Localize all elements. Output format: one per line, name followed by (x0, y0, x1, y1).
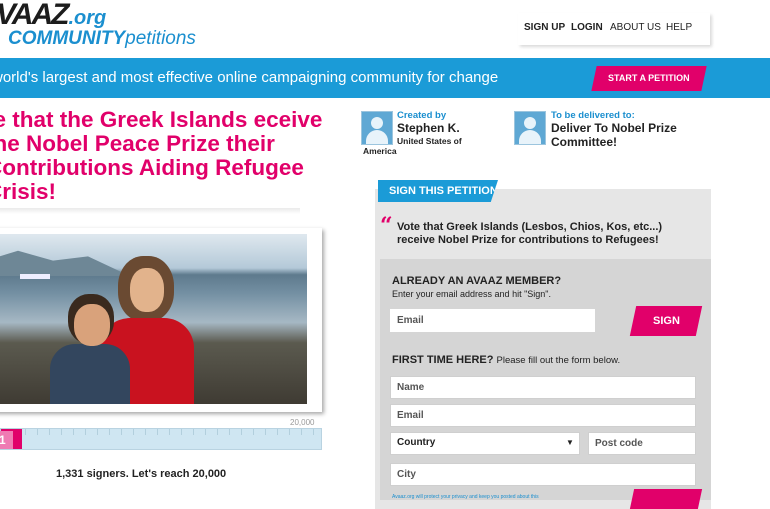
photo-mountains (0, 250, 130, 276)
nav-about-us-link[interactable]: ABOUT US (610, 22, 661, 33)
city-input[interactable] (390, 463, 696, 486)
member-heading: ALREADY AN AVAAZ MEMBER? (392, 275, 562, 287)
member-email-input[interactable] (390, 309, 595, 332)
avaaz-logo[interactable]: VAAZ.org COMMUNITYpetitions (0, 0, 200, 55)
sign-this-petition-tab: SIGN THIS PETITION (378, 180, 498, 202)
progress-goal-label: 20,000 (290, 418, 315, 427)
creator-location-line1: United States of (397, 136, 462, 146)
title-divider (0, 208, 300, 214)
first-time-heading: FIRST TIME HERE? Please fill out the for… (392, 354, 620, 366)
start-a-petition-button[interactable]: START A PETITION (591, 66, 707, 91)
photo-boy-face (74, 304, 110, 346)
submit-button[interactable] (629, 489, 703, 509)
sign-button-label: SIGN (652, 315, 680, 327)
recipient-name: Deliver To Nobel Prize Committee! (551, 121, 677, 149)
logo-community-text: COMMUNITY (8, 28, 126, 49)
progress-count-badge: 1 (0, 431, 13, 449)
photo-girl-face (130, 268, 164, 312)
petition-photo-frame (0, 228, 322, 412)
sign-button[interactable]: SIGN (629, 306, 703, 336)
postcode-input[interactable] (588, 432, 696, 455)
banner-tagline: world's largest and most effective onlin… (0, 69, 499, 86)
delivered-to-label: To be delivered to: (551, 110, 635, 121)
creator-avatar-icon (361, 111, 393, 145)
petition-summary: Vote that Greek Islands (Lesbos, Chios, … (397, 221, 663, 246)
photo-boat (20, 274, 50, 279)
signers-count-text: 1,331 signers. Let's reach 20,000 (56, 468, 227, 480)
logo-community-petitions: COMMUNITYpetitions (8, 29, 196, 49)
created-by-label: Created by (397, 110, 447, 121)
petition-title: te that the Greek Islands eceive the Nob… (0, 107, 323, 204)
petition-photo (0, 234, 307, 404)
signature-progress-bar (0, 428, 322, 450)
start-a-petition-label: START A PETITION (608, 73, 690, 83)
creator-name: Stephen K. (397, 121, 460, 135)
logo-petitions-text: petitions (125, 28, 196, 49)
nav-sign-up-link[interactable]: SIGN UP (524, 22, 565, 33)
first-time-instructions: Please fill out the form below. (496, 355, 621, 366)
privacy-fine-print: Avaaz.org will protect your privacy and … (392, 494, 539, 500)
first-time-heading-text: FIRST TIME HERE? (392, 354, 494, 366)
nav-help-link[interactable]: HELP (666, 22, 692, 33)
logo-avaaz-text: VAAZ (0, 0, 69, 31)
chevron-down-icon: ▼ (566, 438, 574, 447)
logo-org-text: .org (68, 7, 107, 29)
quote-icon: “ (380, 213, 393, 239)
name-input[interactable] (390, 376, 696, 399)
member-instructions: Enter your email address and hit "Sign". (392, 289, 551, 299)
email-input[interactable] (390, 404, 696, 427)
creator-location-line2: America (363, 146, 397, 156)
photo-boy-shirt (50, 344, 130, 404)
country-select[interactable]: Country (390, 432, 580, 455)
country-select-value: Country (397, 437, 436, 448)
recipient-avatar-icon (514, 111, 546, 145)
top-nav: SIGN UP LOGIN ABOUT US HELP (518, 13, 710, 45)
nav-login-link[interactable]: LOGIN (571, 22, 603, 33)
